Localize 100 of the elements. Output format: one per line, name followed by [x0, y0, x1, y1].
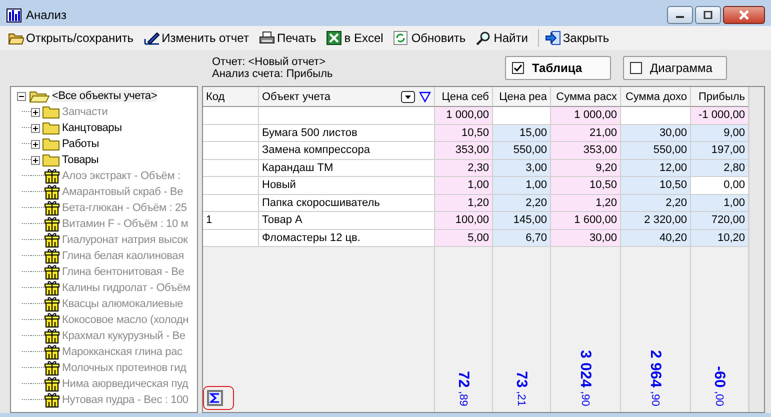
- toolbar-button[interactable]: Открыть/сохранить: [6, 29, 140, 47]
- table-cell: [203, 194, 259, 212]
- table-cell: [203, 142, 259, 160]
- table-cell: 2 320,00: [621, 212, 691, 230]
- table-cell: 2,80: [691, 160, 749, 177]
- view-checkbox[interactable]: Диаграмма: [623, 56, 727, 80]
- expand-toggle-icon[interactable]: [31, 156, 40, 164]
- table-cell: 1,00: [435, 177, 493, 194]
- table-cell: 21,00: [551, 124, 621, 142]
- column-header[interactable]: Сумма дохо: [621, 87, 691, 107]
- gift-box-icon: [44, 232, 60, 248]
- table-cell: 0,00: [691, 177, 749, 194]
- column-header[interactable]: Прибыль: [691, 87, 749, 107]
- column-total: 72 ,89: [455, 371, 472, 406]
- gift-box-icon: [44, 200, 60, 216]
- report-account: Анализ счета: Прибыль: [212, 68, 333, 80]
- table-cell: -1 000,00: [691, 107, 749, 124]
- sum-toggle-button[interactable]: [207, 390, 223, 406]
- table-cell: 10,50: [621, 177, 691, 194]
- close-button[interactable]: [723, 6, 765, 24]
- spreadsheet-icon: [326, 31, 342, 45]
- checkbox-icon: [512, 62, 524, 74]
- gift-box-icon: [44, 360, 60, 376]
- gift-box-icon: [44, 376, 60, 392]
- gift-box-icon: [44, 168, 60, 184]
- expand-toggle-icon[interactable]: [31, 140, 40, 148]
- table-cell: Товар А: [259, 212, 435, 230]
- table-cell: 550,00: [621, 142, 691, 160]
- table-cell: Фломастеры 12 цв.: [259, 230, 435, 247]
- folder-icon: [42, 153, 60, 167]
- toolbar-button[interactable]: Изменить отчет: [142, 29, 255, 47]
- table-cell: 30,00: [551, 230, 621, 247]
- expand-toggle-icon[interactable]: [31, 124, 40, 132]
- table-cell: Папка скоросшиватель: [259, 194, 435, 212]
- table-cell: Новый: [259, 177, 435, 194]
- gift-box-icon: [44, 328, 60, 344]
- minimize-button[interactable]: [667, 6, 693, 24]
- table-cell: 6,70: [493, 230, 551, 247]
- folder-icon: [42, 105, 60, 119]
- table-cell: 1 600,00: [551, 212, 621, 230]
- gift-box-icon: [44, 184, 60, 200]
- checkbox-icon: [630, 62, 642, 74]
- table-cell: 9,00: [691, 124, 749, 142]
- folder-icon: [42, 137, 60, 151]
- tree-item[interactable]: Канцтовары: [62, 122, 122, 134]
- table-cell: [203, 160, 259, 177]
- column-total: 73 ,21: [513, 371, 530, 406]
- table-cell: [203, 107, 259, 124]
- table-cell: 2,20: [493, 194, 551, 212]
- table-cell: 1,00: [493, 177, 551, 194]
- table-cell: 9,20: [551, 160, 621, 177]
- table-cell: 3,00: [493, 160, 551, 177]
- table-cell: 353,00: [551, 142, 621, 160]
- table-cell: 5,00: [435, 230, 493, 247]
- view-checkbox[interactable]: Таблица: [505, 56, 611, 80]
- maximize-button[interactable]: [695, 6, 721, 24]
- toolbar-button[interactable]: Найти: [474, 29, 534, 47]
- table-cell: 12,00: [621, 160, 691, 177]
- table-cell: 145,00: [493, 212, 551, 230]
- refresh-icon: [393, 31, 410, 45]
- table-cell: 40,20: [621, 230, 691, 247]
- vertical-scrollbar[interactable]: [749, 87, 764, 412]
- column-header[interactable]: Объект учета: [259, 87, 435, 107]
- printer-icon: [258, 31, 275, 45]
- exit-arrow-icon: [544, 31, 561, 45]
- filter-icon[interactable]: [419, 90, 431, 102]
- dropdown-icon[interactable]: [401, 90, 415, 102]
- table-cell: [203, 124, 259, 142]
- maximize-icon: [703, 11, 713, 19]
- search-icon: [476, 31, 492, 45]
- column-header[interactable]: Код: [203, 87, 259, 107]
- report-name: Отчет: <Новый отчет>: [212, 56, 327, 68]
- table-cell: 1 000,00: [435, 107, 493, 124]
- gift-box-icon: [44, 280, 60, 296]
- table-cell: Карандаш ТМ: [259, 160, 435, 177]
- column-header[interactable]: Цена себ: [435, 87, 493, 107]
- open-folder-icon: [28, 89, 50, 103]
- table-cell: 353,00: [435, 142, 493, 160]
- table-cell: 1,20: [551, 194, 621, 212]
- toolbar-button[interactable]: в Excel: [324, 29, 390, 47]
- column-total: 2 964 ,90: [647, 350, 664, 406]
- column-total: -60 ,00: [711, 366, 728, 406]
- gift-box-icon: [44, 264, 60, 280]
- table-cell: 10,20: [691, 230, 749, 247]
- toolbar-button[interactable]: Печать: [256, 29, 322, 47]
- chart-icon: [6, 7, 22, 23]
- table-cell: 720,00: [691, 212, 749, 230]
- collapse-toggle-icon[interactable]: [17, 92, 26, 100]
- table-cell: 2,30: [435, 160, 493, 177]
- toolbar-button[interactable]: Закрыть: [542, 29, 616, 47]
- tree-item[interactable]: <Все объекты учета>: [52, 90, 158, 102]
- column-header[interactable]: Цена реа: [493, 87, 551, 107]
- gift-box-icon: [44, 248, 60, 264]
- table-cell: 100,00: [435, 212, 493, 230]
- table-cell: 1 000,00: [551, 107, 621, 124]
- tree-item[interactable]: Работы: [62, 138, 100, 150]
- close-icon: [738, 10, 750, 20]
- toolbar-button[interactable]: Обновить: [391, 29, 472, 47]
- tree-item[interactable]: Товары: [62, 154, 99, 166]
- column-header[interactable]: Сумма расх: [551, 87, 621, 107]
